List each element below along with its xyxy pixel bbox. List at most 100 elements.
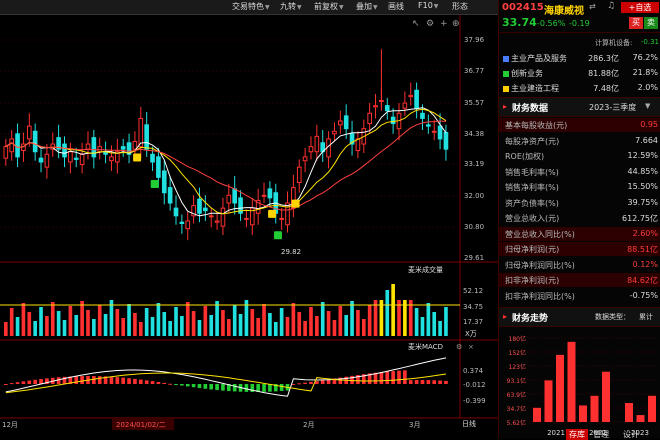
toolbar-pattern[interactable]: 形态: [452, 1, 468, 12]
signal-marker-icon: [150, 179, 159, 188]
chevron-down-icon: ▼: [297, 4, 302, 11]
business-name: 主业建造工程: [511, 84, 559, 93]
candle-body: [161, 170, 167, 194]
candle-body: [185, 220, 191, 230]
macd-bar: [215, 384, 219, 391]
financial-row[interactable]: 营业总收入(元) 612.75亿: [499, 211, 660, 225]
financial-row[interactable]: 归母净利润(元) 88.51亿: [499, 242, 660, 256]
macd-bar: [379, 372, 384, 384]
macd-bar: [133, 378, 137, 384]
trend-chart: 180亿152亿123亿93.1亿63.9亿34.7亿5.62亿2021 2022…: [507, 335, 659, 437]
price-tick: 30.80: [464, 223, 485, 231]
toolbar-nine-turn[interactable]: 九转▼: [280, 1, 302, 12]
macd-bar: [144, 380, 149, 384]
volume-tick: 52.12: [463, 287, 484, 295]
add-indicator-icon[interactable]: +: [440, 20, 448, 29]
candle-body: [197, 198, 202, 214]
volume-bar: [262, 304, 266, 336]
volume-bar: [191, 311, 196, 336]
macd-bar: [303, 382, 307, 384]
candle-body: [9, 138, 15, 153]
candle-body: [426, 124, 431, 127]
volume-bar: [138, 322, 143, 336]
volume-bar: [133, 313, 137, 336]
candle-body: [62, 143, 67, 158]
candle-body: [167, 187, 173, 204]
financial-row[interactable]: 扣非净利润同比(%) -0.75%: [499, 289, 660, 303]
restore-icon[interactable]: ⊕: [452, 20, 460, 29]
macd-bar: [115, 377, 120, 384]
legend-swatch: [503, 86, 509, 92]
toolbar-trade-features[interactable]: 交易特色▼: [232, 1, 270, 12]
candle-body: [343, 115, 349, 130]
candle-body: [373, 105, 378, 108]
bell-icon[interactable]: ♫: [607, 1, 615, 11]
chart-background: [0, 14, 498, 438]
financial-row[interactable]: 销售毛利率(%) 44.85%: [499, 165, 660, 179]
volume-bar: [432, 312, 437, 336]
financial-row[interactable]: 每股净资产(元) 7.664: [499, 134, 660, 148]
toolbar-adjust-mode[interactable]: 前复权▼: [314, 1, 344, 12]
add-watchlist-button[interactable]: +自选: [621, 2, 659, 13]
chevron-down-icon[interactable]: ▼: [645, 102, 650, 110]
save-button[interactable]: 存库: [566, 429, 588, 440]
financial-value: 84.62亿: [627, 276, 658, 285]
buy-button[interactable]: 买: [629, 17, 643, 29]
financial-row[interactable]: 营业总收入同比(%) 2.60%: [499, 226, 660, 241]
business-percent: 21.8%: [632, 68, 658, 77]
macd-bar: [279, 384, 284, 391]
financial-row[interactable]: ROE(加权) 12.59%: [499, 149, 660, 163]
design-button[interactable]: 设计: [620, 429, 642, 440]
manage-button[interactable]: 管理: [590, 429, 612, 440]
candle-body: [390, 116, 396, 125]
close-icon[interactable]: ×: [468, 343, 474, 351]
macd-settings-icon[interactable]: ⚙: [456, 343, 462, 351]
financial-row[interactable]: 销售净利率(%) 15.50%: [499, 180, 660, 194]
financial-row[interactable]: 归母净利润同比(%) 0.12%: [499, 258, 660, 272]
volume-bar: [74, 315, 79, 336]
financial-value: 2.60%: [632, 228, 658, 238]
data-type-select[interactable]: 累计: [639, 312, 653, 322]
trend-y-tick: 34.7亿: [507, 405, 526, 413]
trend-bar: [533, 407, 541, 422]
volume-bar: [56, 311, 61, 336]
settings-icon[interactable]: ⚙: [426, 20, 434, 29]
price-tick: 36.77: [464, 67, 485, 75]
macd-bar: [244, 384, 249, 392]
collapse-icon[interactable]: ▸: [503, 312, 507, 321]
macd-bar: [420, 380, 425, 384]
kline-chart[interactable]: [0, 0, 498, 438]
period-daily-button[interactable]: 日线: [462, 420, 476, 428]
period-select[interactable]: 2023-三季度: [589, 102, 636, 113]
financial-row[interactable]: 扣非净利润(元) 84.62亿: [499, 273, 660, 287]
candle-body: [208, 215, 214, 218]
toolbar-overlay[interactable]: 叠加▼: [356, 1, 378, 12]
volume-bar: [426, 303, 431, 336]
macd-bar: [9, 383, 14, 385]
x-label-date: 2024/01/02/二: [116, 421, 166, 429]
volume-bar: [344, 315, 349, 336]
switch-icon[interactable]: ⇄: [589, 2, 596, 11]
volume-bar: [174, 307, 178, 336]
volume-bar: [285, 317, 290, 336]
macd-bar: [197, 384, 202, 389]
toolbar-drawing[interactable]: 画线: [388, 1, 404, 12]
macd-bar: [232, 384, 237, 392]
financial-value: -0.75%: [629, 290, 658, 300]
macd-bar: [309, 381, 313, 384]
financial-row[interactable]: 资产负债率(%) 39.75%: [499, 196, 660, 210]
volume-bar: [97, 305, 102, 336]
volume-bar: [338, 306, 343, 336]
price-tick: 32.00: [464, 192, 485, 200]
financial-value: 12.59%: [627, 151, 658, 160]
candle-body: [420, 112, 425, 119]
toolbar-f10[interactable]: F10▼: [418, 1, 438, 10]
sell-button[interactable]: 卖: [644, 17, 658, 29]
macd-bar: [162, 382, 167, 384]
volume-bar: [144, 308, 149, 336]
price-tick: 34.38: [464, 130, 485, 138]
arrow-icon[interactable]: ↖: [412, 20, 420, 29]
collapse-icon[interactable]: ▸: [503, 102, 507, 111]
financial-row[interactable]: 基本每股收益(元) 0.95: [499, 118, 660, 132]
trend-y-tick: 123亿: [509, 363, 526, 371]
